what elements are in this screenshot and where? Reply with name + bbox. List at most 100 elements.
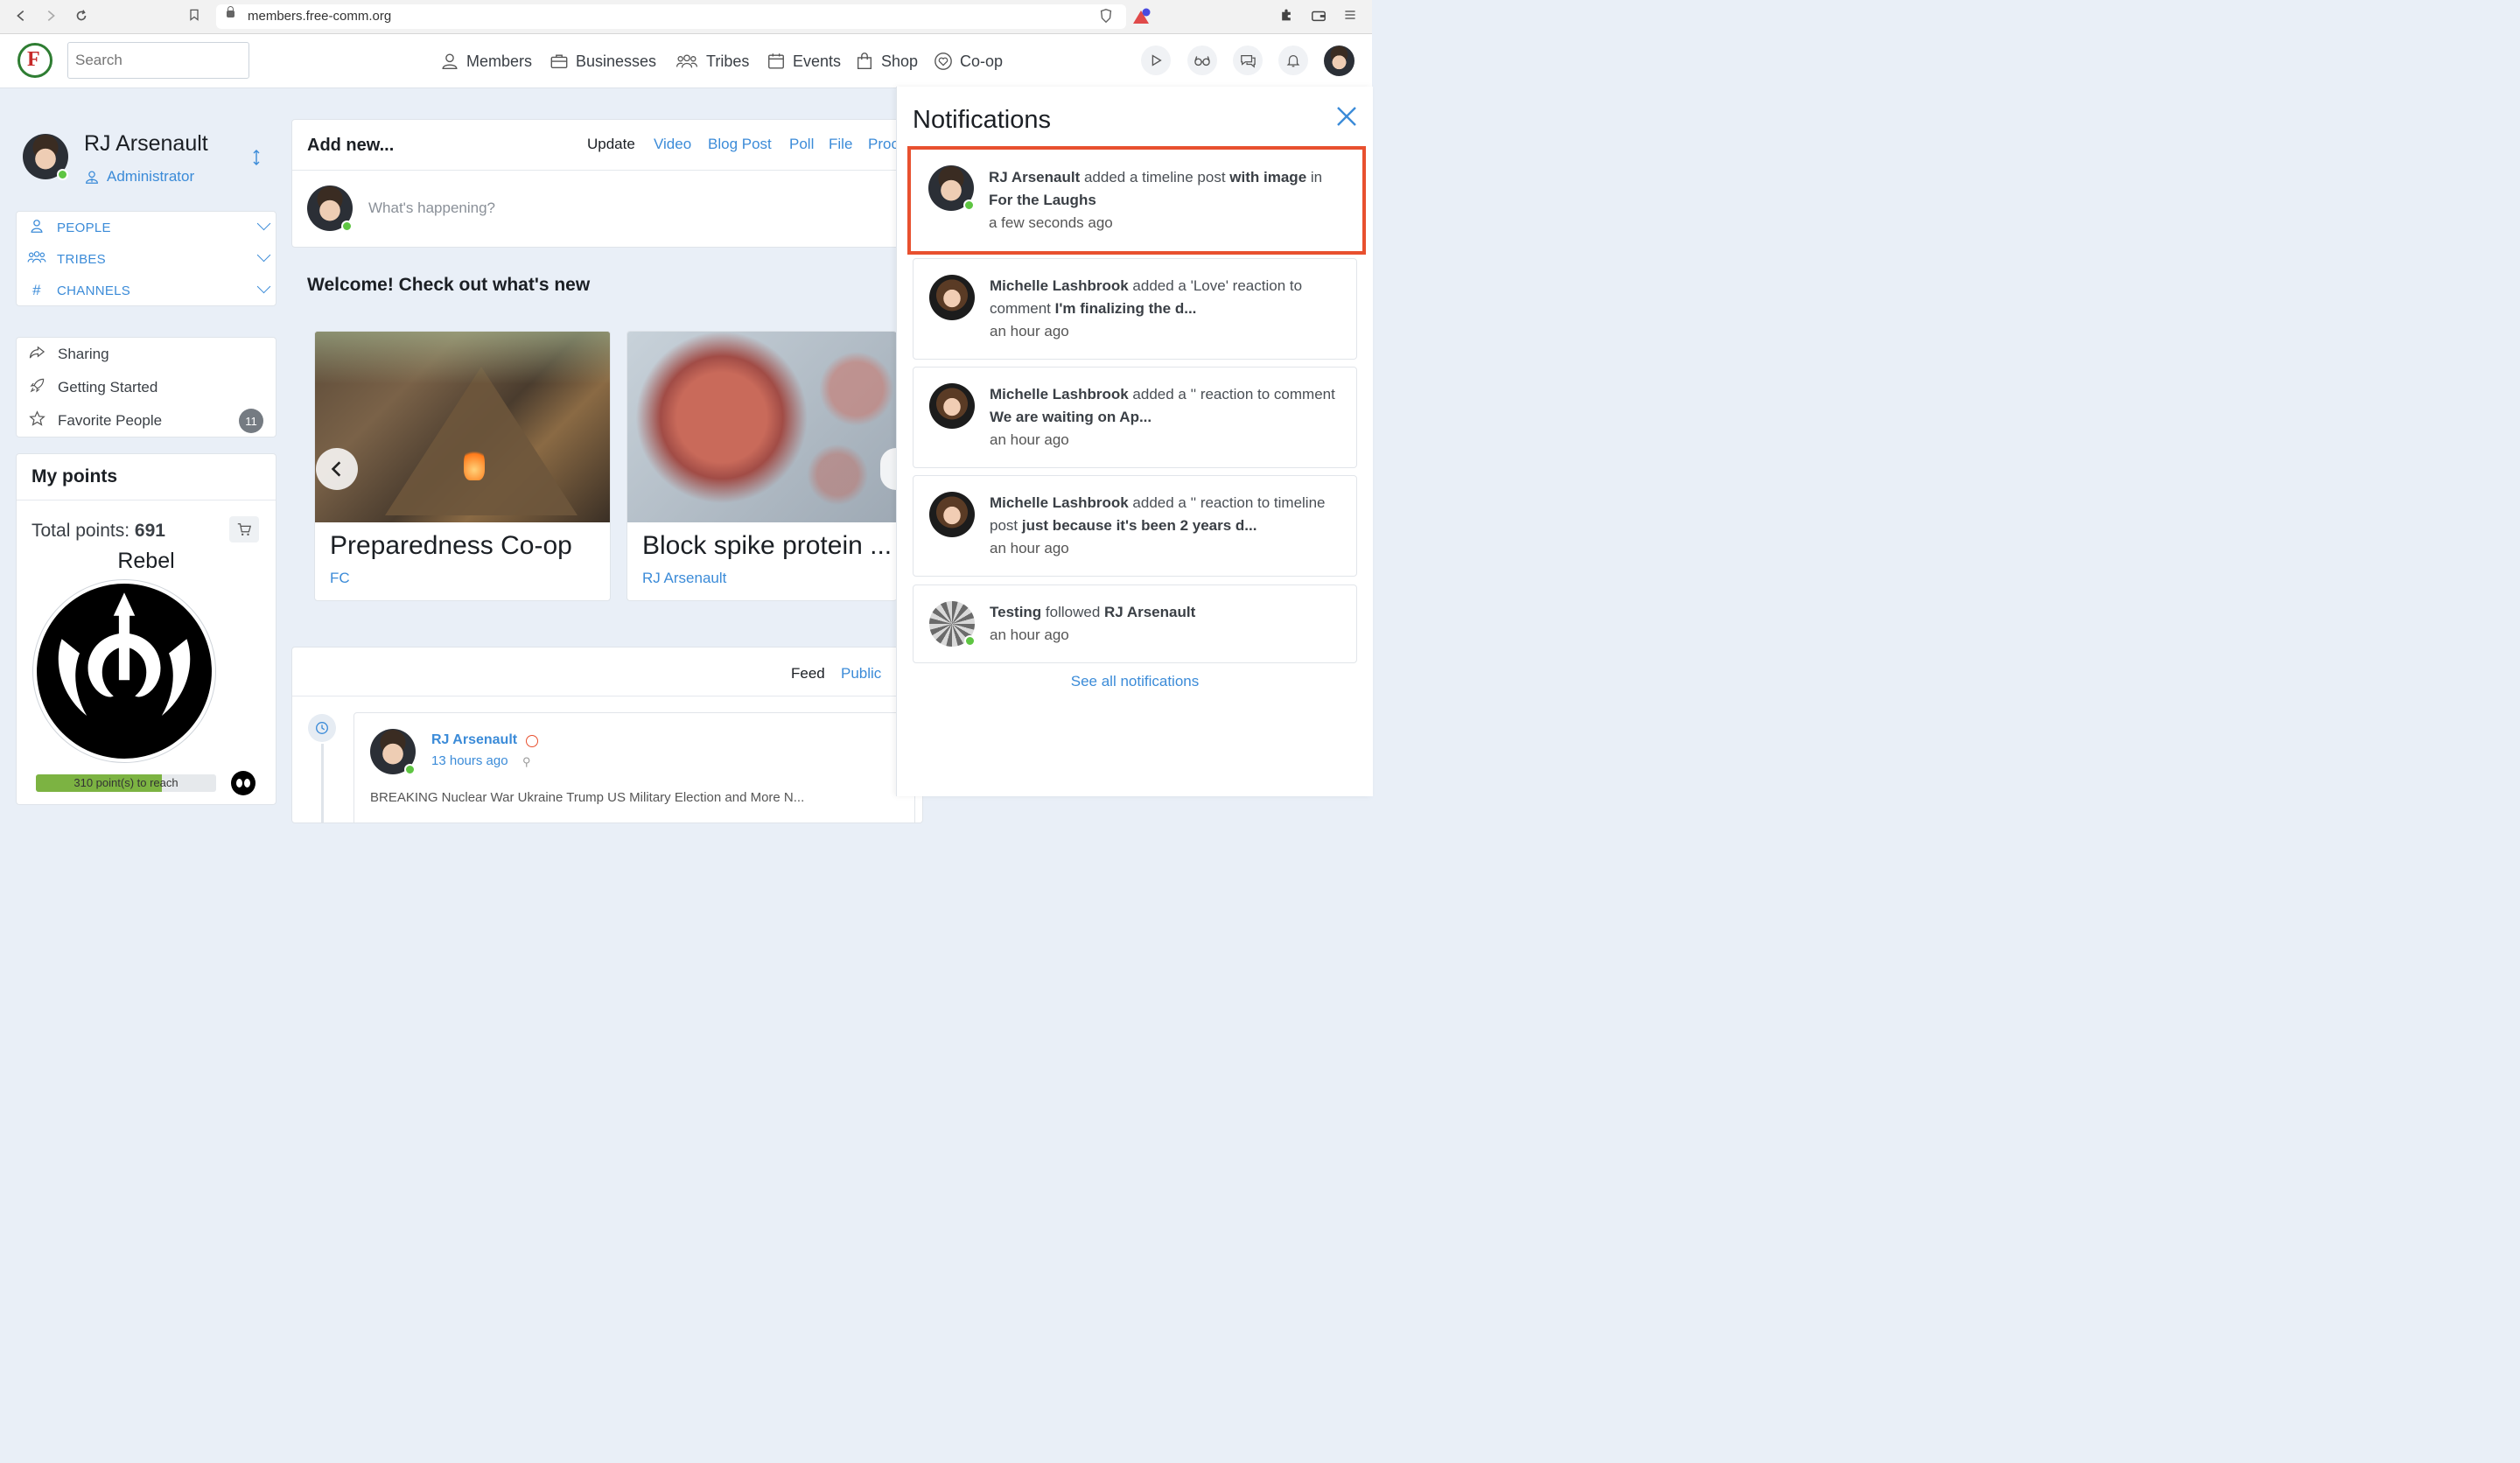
welcome-title: Welcome! Check out what's new [307, 275, 591, 295]
wallet-icon[interactable] [1310, 8, 1327, 25]
profile-name[interactable]: RJ Arsenault [84, 131, 208, 157]
slide-title: Preparedness Co-op [330, 531, 572, 560]
expand-vertical-icon[interactable] [250, 149, 262, 166]
profile-role[interactable]: Administrator [84, 168, 194, 186]
notification-item[interactable]: Michelle Lashbrook added a '' reaction t… [913, 367, 1357, 468]
see-all-notifications-link[interactable]: See all notifications [897, 673, 1373, 690]
notification-item[interactable]: Testing followed RJ Arsenault an hour ago [913, 584, 1357, 663]
notification-text: Michelle Lashbrook added a '' reaction t… [990, 383, 1344, 452]
cart-button[interactable] [229, 516, 259, 542]
feed-tab-feed[interactable]: Feed [791, 665, 825, 682]
bag-icon [857, 52, 872, 69]
notification-text: Michelle Lashbrook added a 'Love' reacti… [990, 275, 1344, 343]
notification-item-highlighted[interactable]: RJ Arsenault added a timeline post with … [907, 146, 1366, 255]
sidebar-link-favorite-people[interactable]: Favorite People 11 [27, 406, 272, 436]
online-indicator [404, 764, 416, 775]
nav-members[interactable]: Members [440, 52, 532, 71]
total-points-label: Total points: [32, 521, 130, 541]
verified-icon [526, 735, 538, 747]
sidebar-link-sharing[interactable]: Sharing [27, 340, 272, 369]
bookmark-icon[interactable] [186, 8, 203, 25]
carousel-prev-button[interactable] [316, 448, 358, 490]
composer-input[interactable]: What's happening? [368, 200, 495, 217]
notification-target[interactable]: For the Laughs [989, 192, 1096, 208]
sidebar-group-people[interactable]: PEOPLE [27, 214, 272, 241]
menu-icon[interactable] [1341, 8, 1359, 25]
heart-icon [934, 52, 952, 70]
slide-image [627, 332, 897, 522]
notification-detail[interactable]: with image [1229, 169, 1306, 186]
post-time[interactable]: 13 hours ago [431, 753, 508, 768]
nav-events[interactable]: Events [766, 52, 841, 71]
notification-target[interactable]: We are waiting on Ap... [990, 409, 1152, 425]
feed-tab-public[interactable]: Public [841, 665, 881, 682]
chevron-down-icon[interactable] [256, 216, 271, 231]
sidebar-groups-card: PEOPLE TRIBES # CHANNELS [16, 211, 276, 306]
chevron-down-icon[interactable] [256, 279, 271, 294]
points-card: My points Total points: 691 Rebel 310 po… [16, 453, 276, 805]
nav-coop[interactable]: Co-op [934, 52, 1003, 71]
close-icon[interactable] [1334, 104, 1359, 129]
sidebar-link-getting-started[interactable]: Getting Started [27, 373, 272, 402]
slide-card[interactable]: Block spike protein ... RJ Arsenault [626, 331, 897, 601]
carousel-next-button[interactable] [880, 448, 896, 490]
slide-title: Block spike protein ... [642, 531, 892, 560]
slide-author[interactable]: RJ Arsenault [642, 570, 726, 587]
notification-actor[interactable]: Testing [990, 604, 1041, 620]
notifications-button[interactable] [1278, 46, 1308, 75]
group-label: PEOPLE [57, 220, 111, 235]
reader-button[interactable] [1187, 46, 1217, 75]
composer-tab-blog-post[interactable]: Blog Post [708, 136, 772, 153]
timeline-line [321, 744, 324, 822]
chevron-down-icon[interactable] [256, 248, 271, 262]
notification-avatar[interactable] [929, 275, 975, 320]
composer-tab-products[interactable]: Proc [868, 136, 899, 153]
composer-tab-poll[interactable]: Poll [789, 136, 814, 153]
nav-businesses[interactable]: Businesses [550, 52, 656, 71]
messages-button[interactable] [1233, 46, 1263, 75]
nav-tribes[interactable]: Tribes [675, 52, 749, 71]
extensions-icon[interactable] [1278, 8, 1295, 25]
composer-tab-file[interactable]: File [829, 136, 852, 153]
composer-tab-update[interactable]: Update [587, 136, 635, 153]
person-icon [27, 218, 46, 238]
forward-icon[interactable] [42, 8, 60, 25]
rebel-alliance-icon [37, 584, 212, 759]
post-author[interactable]: RJ Arsenault [431, 732, 517, 748]
brave-shield-icon[interactable] [1097, 8, 1115, 25]
notification-avatar[interactable] [929, 383, 975, 429]
notification-actor[interactable]: Michelle Lashbrook [990, 277, 1129, 294]
online-indicator [57, 169, 68, 180]
notification-actor[interactable]: Michelle Lashbrook [990, 494, 1129, 511]
url-text: members.free-comm.org [248, 9, 392, 24]
back-icon[interactable] [12, 8, 30, 25]
cart-icon [237, 523, 252, 536]
composer-tab-video[interactable]: Video [654, 136, 691, 153]
sidebar-group-channels[interactable]: # CHANNELS [27, 277, 272, 304]
rewards-icon[interactable] [1131, 8, 1151, 25]
pin-icon[interactable]: ⚲ [522, 755, 531, 769]
notification-actor[interactable]: RJ Arsenault [989, 169, 1080, 186]
user-avatar-menu[interactable] [1324, 46, 1354, 76]
address-bar[interactable]: members.free-comm.org [216, 4, 1126, 29]
notification-avatar[interactable] [929, 492, 975, 537]
nav-shop[interactable]: Shop [855, 52, 918, 71]
sidebar-links-card: Sharing Getting Started Favorite People … [16, 337, 276, 438]
slide-author[interactable]: FC [330, 570, 350, 587]
notification-target[interactable]: just because it's been 2 years d... [1022, 517, 1257, 534]
notification-item[interactable]: Michelle Lashbrook added a '' reaction t… [913, 475, 1357, 577]
notification-actor[interactable]: Michelle Lashbrook [990, 386, 1129, 402]
notification-target[interactable]: I'm finalizing the d... [1055, 300, 1197, 317]
notification-item[interactable]: Michelle Lashbrook added a 'Love' reacti… [913, 258, 1357, 360]
sidebar-group-tribes[interactable]: TRIBES [27, 246, 272, 272]
search-input[interactable] [67, 42, 249, 79]
admin-icon [86, 171, 98, 184]
person-icon [442, 53, 458, 69]
notification-target[interactable]: RJ Arsenault [1104, 604, 1195, 620]
group-icon [676, 54, 698, 68]
reload-icon[interactable] [73, 8, 90, 25]
slide-card[interactable]: Preparedness Co-op FC [314, 331, 611, 601]
share-icon [27, 344, 46, 365]
site-logo[interactable]: F [18, 43, 52, 78]
play-button[interactable] [1141, 46, 1171, 75]
